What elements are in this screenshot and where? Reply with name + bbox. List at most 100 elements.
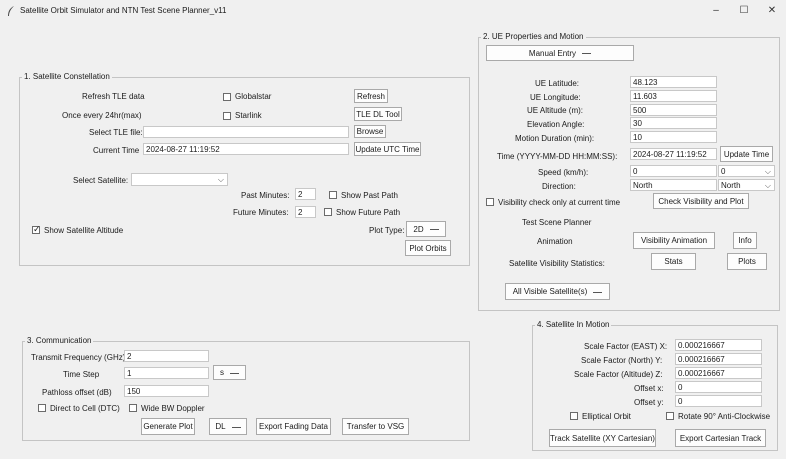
offset-y-label: Offset y: — [634, 398, 664, 407]
show-altitude-checkbox[interactable] — [32, 224, 41, 235]
pathloss-offset-input[interactable]: 150 — [124, 385, 209, 397]
generate-plot-button[interactable]: Generate Plot — [141, 418, 195, 435]
visible-satellites-dropdown[interactable]: All Visible Satellite(s) — [505, 283, 610, 300]
visibility-animation-button[interactable]: Visibility Animation — [633, 232, 715, 249]
select-tle-label: Select TLE file: — [89, 128, 143, 137]
animation-label: Animation — [537, 237, 573, 246]
time-step-label: Time Step — [63, 370, 100, 379]
wide-bw-doppler-checkbox[interactable] — [129, 404, 137, 412]
scale-east-input[interactable]: 0.000216667 — [675, 339, 762, 351]
ue-latitude-label: UE Latitude: — [535, 79, 580, 88]
offset-x-label: Offset x: — [634, 384, 664, 393]
direction-link-dropdown[interactable]: DL — [209, 418, 247, 435]
speed-label: Speed (km/h): — [538, 168, 589, 177]
window-title: Satellite Orbit Simulator and NTN Test S… — [20, 6, 227, 15]
visibility-statistics-label: Satellite Visibility Statistics: — [509, 259, 605, 268]
direct-to-cell-checkbox[interactable] — [38, 404, 46, 412]
time-unit-dropdown[interactable]: s — [213, 365, 246, 380]
stats-button[interactable]: Stats — [651, 253, 696, 270]
current-time-input[interactable]: 2024-08-27 11:19:52 — [143, 143, 349, 155]
transmit-frequency-label: Transmit Frequency (GHz) — [31, 353, 126, 362]
plot-orbits-button[interactable]: Plot Orbits — [405, 240, 451, 256]
test-scene-planner-label: Test Scene Planner — [522, 218, 592, 227]
show-future-path-label: Show Future Path — [336, 208, 401, 217]
elevation-angle-label: Elevation Angle: — [527, 120, 585, 129]
show-altitude-label: Show Satellite Altitude — [44, 226, 124, 235]
direction-select[interactable]: North ⌵ — [718, 179, 775, 191]
info-button[interactable]: Info — [733, 232, 757, 249]
direction-label: Direction: — [542, 182, 576, 191]
past-minutes-label: Past Minutes: — [241, 191, 290, 200]
scale-north-label: Scale Factor (North) Y: — [581, 356, 663, 365]
chevron-down-icon: ⌵ — [764, 181, 771, 190]
close-button[interactable]: ✕ — [761, 2, 783, 20]
export-fading-data-button[interactable]: Export Fading Data — [256, 418, 331, 435]
dropdown-indicator-icon — [230, 372, 239, 374]
maximize-button[interactable]: ☐ — [733, 2, 755, 20]
ue-altitude-label: UE Altitude (m): — [527, 106, 584, 115]
rotate-90-checkbox[interactable] — [666, 412, 674, 420]
starlink-checkbox[interactable] — [223, 112, 231, 120]
transmit-frequency-input[interactable]: 2 — [124, 350, 209, 362]
dropdown-indicator-icon — [593, 291, 603, 293]
motion-duration-label: Motion Duration (min): — [515, 134, 595, 143]
future-minutes-input[interactable]: 2 — [295, 206, 316, 218]
speed-input[interactable]: 0 — [630, 165, 717, 177]
once-per-day-label: Once every 24hr(max) — [62, 111, 142, 120]
plots-button[interactable]: Plots — [727, 253, 767, 270]
plot-type-label: Plot Type: — [369, 226, 405, 235]
direction-select-value: North — [721, 181, 741, 190]
update-time-button[interactable]: Update Time — [720, 146, 773, 162]
speed-select[interactable]: 0 ⌵ — [718, 165, 775, 177]
visible-satellites-value: All Visible Satellite(s) — [512, 287, 588, 296]
current-time-label: Current Time — [93, 146, 140, 155]
feather-icon — [8, 6, 14, 16]
elliptical-orbit-checkbox[interactable] — [570, 412, 578, 420]
past-minutes-input[interactable]: 2 — [295, 188, 316, 200]
scale-altitude-input[interactable]: 0.000216667 — [675, 367, 762, 379]
offset-y-input[interactable]: 0 — [675, 395, 762, 407]
visibility-current-time-checkbox[interactable] — [486, 198, 494, 206]
minimize-button[interactable]: – — [705, 2, 727, 20]
chevron-down-icon: ⌵ — [217, 175, 224, 184]
ue-time-input[interactable]: 2024-08-27 11:19:52 — [630, 148, 717, 160]
tle-file-input[interactable] — [143, 126, 349, 138]
tle-dl-tool-button[interactable]: TLE DL Tool — [354, 107, 402, 121]
chevron-down-icon: ⌵ — [764, 167, 771, 176]
future-minutes-label: Future Minutes: — [233, 208, 289, 217]
ue-longitude-label: UE Longitude: — [530, 93, 581, 102]
satellite-select[interactable]: ⌵ — [131, 173, 228, 186]
show-future-path-checkbox[interactable] — [324, 208, 332, 216]
direction-input[interactable]: North — [630, 179, 717, 191]
visibility-current-time-label: Visibility check only at current time — [498, 198, 621, 207]
ue-altitude-input[interactable]: 500 — [630, 104, 717, 116]
track-satellite-button[interactable]: Track Satellite (XY Cartesian) — [549, 429, 656, 447]
dropdown-indicator-icon — [582, 53, 592, 54]
ue-longitude-input[interactable]: 11.603 — [630, 90, 717, 102]
update-utc-time-button[interactable]: Update UTC Time — [354, 142, 421, 156]
transfer-to-vsg-button[interactable]: Transfer to VSG — [342, 418, 409, 435]
ue-time-label: Time (YYYY-MM-DD HH:MM:SS): — [497, 152, 618, 161]
refresh-tle-label: Refresh TLE data — [82, 92, 145, 101]
satellite-in-motion-label: 4. Satellite In Motion — [535, 320, 612, 329]
rotate-90-label: Rotate 90° Anti-Clockwise — [678, 412, 771, 421]
scale-north-input[interactable]: 0.000216667 — [675, 353, 762, 365]
check-visibility-button[interactable]: Check Visibility and Plot — [653, 193, 749, 209]
show-past-path-checkbox[interactable] — [329, 191, 337, 199]
elliptical-orbit-label: Elliptical Orbit — [582, 412, 631, 421]
refresh-button[interactable]: Refresh — [354, 89, 388, 103]
dropdown-indicator-icon — [231, 426, 241, 428]
scale-east-label: Scale Factor (EAST) X: — [584, 342, 668, 351]
browse-button[interactable]: Browse — [354, 125, 386, 138]
communication-label: 3. Communication — [25, 336, 94, 345]
export-cartesian-track-button[interactable]: Export Cartesian Track — [675, 429, 766, 447]
offset-x-input[interactable]: 0 — [675, 381, 762, 393]
globalstar-checkbox[interactable] — [223, 93, 231, 101]
elevation-angle-input[interactable]: 30 — [630, 117, 717, 129]
time-step-input[interactable]: 1 — [124, 367, 209, 379]
ue-mode-dropdown[interactable]: Manual Entry — [486, 45, 634, 61]
plot-type-dropdown[interactable]: 2D — [406, 221, 446, 237]
starlink-label: Starlink — [235, 111, 262, 120]
motion-duration-input[interactable]: 10 — [630, 131, 717, 143]
ue-latitude-input[interactable]: 48.123 — [630, 76, 717, 88]
